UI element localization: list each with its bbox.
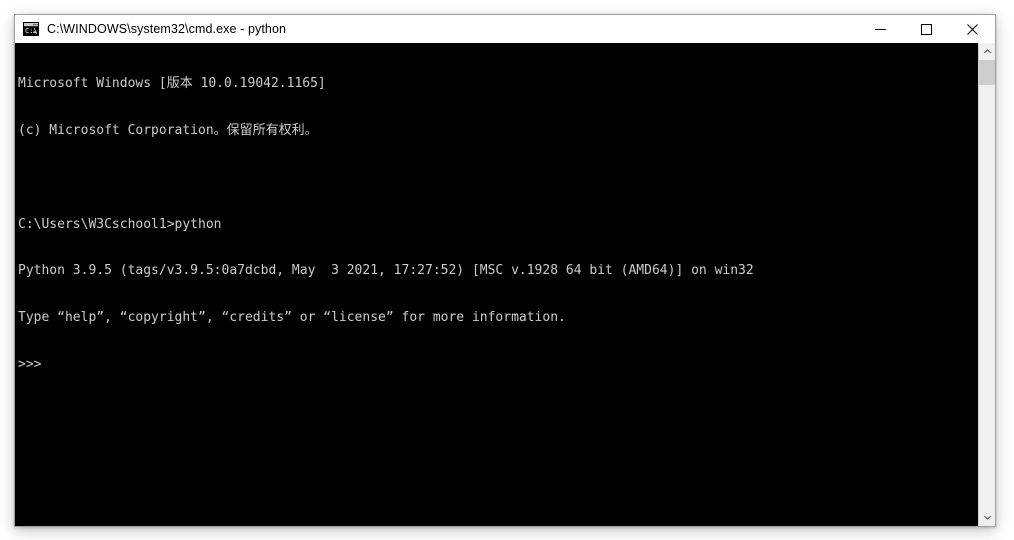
- console-line: (c) Microsoft Corporation。保留所有权利。: [18, 122, 318, 138]
- maximize-button[interactable]: [903, 15, 949, 43]
- cmd-console-icon: C:\: [23, 21, 39, 37]
- console-line: C:\Users\W3Cschool1>python: [18, 216, 222, 232]
- chevron-down-icon[interactable]: [979, 509, 995, 526]
- console-output-area[interactable]: Microsoft Windows [版本 10.0.19042.1165] (…: [15, 43, 995, 526]
- scroll-thumb[interactable]: [979, 60, 995, 85]
- console-scrollbar[interactable]: [978, 43, 995, 526]
- window-title-bar[interactable]: C:\ C:\WINDOWS\system32\cmd.exe - python: [15, 15, 995, 43]
- console-line: Python 3.9.5 (tags/v3.9.5:0a7dcbd, May 3…: [18, 263, 754, 279]
- console-prompt-line: >>>: [18, 356, 42, 372]
- minimize-button[interactable]: [857, 15, 903, 43]
- window-controls: [857, 15, 995, 43]
- console-text-buffer[interactable]: Microsoft Windows [版本 10.0.19042.1165] (…: [15, 43, 978, 526]
- window-title-text: C:\WINDOWS\system32\cmd.exe - python: [47, 22, 287, 36]
- desktop-background: C:\ C:\WINDOWS\system32\cmd.exe - python: [0, 0, 1014, 540]
- close-button[interactable]: [949, 15, 995, 43]
- command-prompt-window: C:\ C:\WINDOWS\system32\cmd.exe - python: [14, 14, 996, 527]
- svg-text:C:\: C:\: [25, 27, 38, 35]
- console-line: Microsoft Windows [版本 10.0.19042.1165]: [18, 76, 326, 92]
- chevron-up-icon[interactable]: [979, 43, 995, 60]
- console-line: Type “help”, “copyright”, “credits” or “…: [18, 310, 566, 326]
